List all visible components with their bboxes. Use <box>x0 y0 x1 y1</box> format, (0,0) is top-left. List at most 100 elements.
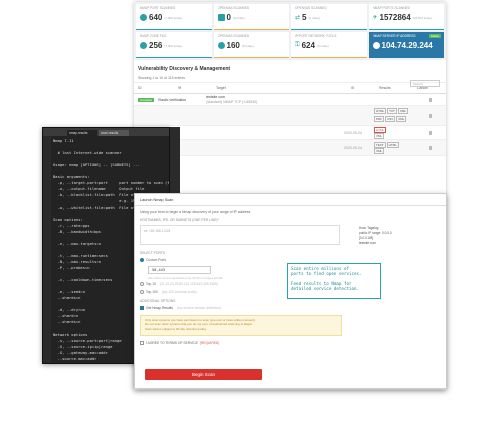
col-target: Target <box>216 86 226 90</box>
col-tool: ⚒ <box>178 86 182 90</box>
row-date: 2020-09-24 <box>344 130 362 135</box>
trash-icon[interactable] <box>429 130 432 135</box>
col-status: ⚙ <box>351 86 355 90</box>
server-icon <box>372 42 380 49</box>
checkbox[interactable] <box>140 341 144 345</box>
begin-scan-button[interactable]: Begin Scan <box>145 369 262 380</box>
col-id: ID <box>138 86 142 90</box>
result-tag[interactable]: XML <box>374 148 385 154</box>
result-tag[interactable]: TXT <box>387 108 397 114</box>
terminal-tab[interactable]: scan-results <box>99 130 129 136</box>
table-header: ID ⚒ Target ⚙ Results Cancel <box>134 82 446 94</box>
stat-card-1: NMAP PORT SCANNED 640 (7,000 today) <box>136 4 212 30</box>
stat-bar <box>368 28 444 30</box>
dialog-title: Launch Nmap Scan <box>135 194 446 206</box>
result-tag[interactable]: HTML <box>386 142 399 148</box>
stat-sub: (7,000 today) <box>164 43 183 48</box>
screenshot-canvas: NMAP PORT SCANNED 640 (7,000 today) OPENV… <box>0 0 500 423</box>
row-target: testsite.com (standard) NMAP TCP (1-65535… <box>206 95 258 104</box>
terminal-tabbar: nmap-results scan-results <box>43 128 169 136</box>
stat-card-5: NMAP ZONE FILE 256 (7,000 today) <box>136 32 212 58</box>
targets-textarea[interactable]: ex: 192.168.1.0/24 <box>140 225 340 245</box>
stat-value: 624 <box>301 41 315 50</box>
stat-value: 160 <box>226 41 240 50</box>
terminal-tab[interactable]: nmap-results <box>67 130 97 136</box>
result-tag[interactable]: XML <box>396 116 407 122</box>
stat-bar <box>291 28 367 30</box>
stat-sub: (0 today) <box>232 15 245 20</box>
stat-bar <box>136 56 212 58</box>
stat-sub: (8 today) <box>241 43 254 48</box>
stat-card-ip: NMAP SERVER IP ADDRESS Active 104.74.29.… <box>368 32 444 58</box>
dialog-info: Host: Tagalog public IP range: 0.0.0.0 [… <box>359 226 392 245</box>
annotation-callout: Scan entire millions of ports to find op… <box>287 263 381 299</box>
stat-sub: (7,000 today) <box>164 15 183 20</box>
stat-label: OPENVAS SCANNED <box>217 34 250 38</box>
stat-sub: (18,500 today) <box>412 15 433 20</box>
line-gutter <box>43 136 51 363</box>
stat-bar <box>213 28 289 30</box>
result-tag[interactable]: CSV <box>385 116 396 122</box>
table-search-input[interactable]: Search <box>410 80 440 87</box>
table-row[interactable]: HTML TXT XML PDF CSV XML <box>134 106 446 126</box>
ports-input[interactable]: 50,443 <box>148 266 211 274</box>
stat-card-7: IP/PORT NETWORK TOOLS ⚿ 624 (0 today) <box>291 32 367 58</box>
stat-bar <box>213 56 289 58</box>
scan-dialog: Launch Nmap Scan Using your form to begi… <box>134 193 447 389</box>
status-badge: complete <box>138 97 155 102</box>
radio-dot[interactable] <box>140 290 144 294</box>
trash-icon[interactable] <box>429 97 432 102</box>
target-icon <box>217 42 225 49</box>
agree-terms[interactable]: I AGREE TO TERMS OF SERVICE (REQUIRED) <box>135 339 446 347</box>
stat-sub: (0 today) <box>316 43 329 48</box>
stat-bar <box>291 56 367 58</box>
table-row[interactable]: 2020-09-24 HTML XML <box>134 126 446 140</box>
stat-card-2: OPENVAS SCANNED 0 (0 today) <box>213 4 289 30</box>
checkbox[interactable] <box>140 306 144 310</box>
radio-dot[interactable] <box>140 258 144 262</box>
section-title: Vulnerability Discovery & Management <box>138 66 231 72</box>
chart-icon <box>217 14 225 21</box>
radio-dot[interactable] <box>140 282 144 286</box>
result-tag[interactable]: PDF <box>374 116 384 122</box>
result-tag[interactable]: XML <box>397 108 409 114</box>
stat-card-4: NMAP PORTS SCANNED ✈ 1572864 (18,500 today… <box>368 4 444 30</box>
globe-icon <box>140 42 147 49</box>
stat-value: 0 <box>226 13 231 22</box>
dialog-description: Using your form to begin a Nmap discover… <box>140 210 251 214</box>
warning-box: Only scan systems you have permission to… <box>140 315 342 336</box>
targets-label: Hostnames, IPs, or subnets (one per line… <box>140 218 219 222</box>
check-nmap-results[interactable]: Get Nmap Results (tcp service version det… <box>135 304 446 312</box>
stats-grid: NMAP PORT SCANNED 640 (7,000 today) OPENV… <box>134 2 446 60</box>
row-date: 2020-09-24 <box>344 145 362 150</box>
stat-value: 5 <box>302 13 307 22</box>
stat-card-6: OPENVAS SCANNED 160 (8 today) <box>213 32 289 58</box>
ports-label: Select Ports <box>140 251 165 255</box>
plane-icon: ✈ <box>372 15 378 21</box>
result-tag[interactable]: HTML <box>374 108 387 114</box>
status-badge: Active <box>428 34 441 38</box>
stat-label: OPENVAS SCANNED <box>295 6 327 10</box>
arrows-icon: ⇄ <box>295 15 301 21</box>
table-row[interactable]: complete Elastic verification testsite.c… <box>134 94 446 106</box>
table-count: Showing 1 to 10 of 115 entries <box>138 76 186 80</box>
shield-icon <box>140 14 147 21</box>
trash-icon[interactable] <box>429 145 432 150</box>
stat-label: OPENVAS SCANNED <box>217 6 250 10</box>
stat-value: 1572864 <box>379 13 411 22</box>
table-row[interactable]: 2020-09-24 TEXT HTML XML <box>134 140 446 156</box>
vuln-table-body: complete Elastic verification testsite.c… <box>134 94 446 156</box>
result-tag[interactable]: XML <box>374 133 385 139</box>
stat-value: 256 <box>149 41 163 50</box>
stat-value: 640 <box>149 13 163 22</box>
stat-label: NMAP PORTS SCANNED <box>372 6 410 10</box>
stat-label: IP/PORT NETWORK TOOLS <box>295 34 337 38</box>
stat-card-3: OPENVAS SCANNED ⇄ 5 (0 today) <box>291 4 367 30</box>
stat-bar <box>136 28 212 30</box>
key-icon: ⚿ <box>295 42 300 48</box>
stat-label: NMAP ZONE FILE <box>140 34 167 38</box>
stat-sub: (0 today) <box>308 15 321 20</box>
trash-icon[interactable] <box>429 113 432 118</box>
stat-value: 104.74.29.244 <box>381 41 433 50</box>
row-tool: Elastic verification <box>158 97 187 102</box>
